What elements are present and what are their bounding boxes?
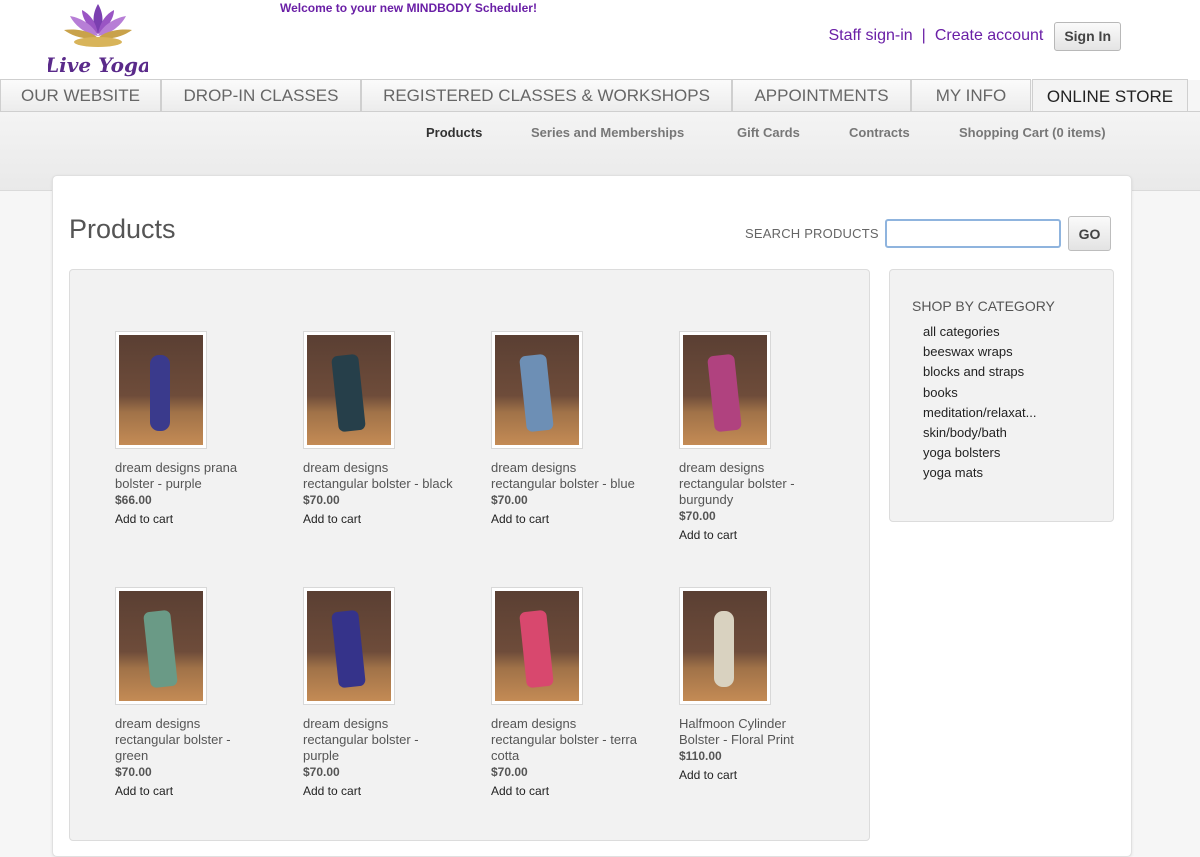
subnav-series-memberships[interactable]: Series and Memberships <box>531 125 684 140</box>
bolster-shape <box>519 353 554 433</box>
category-link[interactable]: blocks and straps <box>923 362 1036 382</box>
main-tabs: OUR WEBSITE DROP-IN CLASSES REGISTERED C… <box>0 79 1200 113</box>
add-to-cart-link[interactable]: Add to cart <box>303 511 361 527</box>
add-to-cart-link[interactable]: Add to cart <box>115 783 173 799</box>
add-to-cart-link[interactable]: Add to cart <box>491 511 549 527</box>
product-card: dream designs rectangular bolster - terr… <box>491 587 641 800</box>
subnav-shopping-cart[interactable]: Shopping Cart (0 items) <box>959 125 1106 140</box>
product-image[interactable] <box>115 331 207 449</box>
lotus-icon <box>64 4 132 47</box>
product-image[interactable] <box>679 331 771 449</box>
create-account-link[interactable]: Create account <box>935 27 1044 45</box>
product-price: $70.00 <box>679 509 716 523</box>
product-card: dream designs prana bolster - purple $66… <box>115 331 265 528</box>
page-title: Products <box>69 214 176 244</box>
product-image[interactable] <box>491 331 583 449</box>
live-yoga-logo[interactable]: Live Yoga <box>48 0 148 80</box>
product-name[interactable]: Halfmoon Cylinder Bolster - Floral Print <box>679 716 829 748</box>
product-image[interactable] <box>491 587 583 705</box>
product-price: $70.00 <box>491 493 528 507</box>
product-name[interactable]: dream designs rectangular bolster - blue <box>491 460 641 492</box>
bolster-shape <box>331 609 366 689</box>
search-label: SEARCH PRODUCTS <box>745 226 879 241</box>
link-separator: | <box>921 27 926 44</box>
category-link[interactable]: all categories <box>923 322 1036 342</box>
category-link[interactable]: yoga bolsters <box>923 443 1036 463</box>
product-price: $70.00 <box>491 765 528 779</box>
staff-signin-link[interactable]: Staff sign-in <box>828 27 912 45</box>
bolster-shape <box>707 353 742 433</box>
product-image[interactable] <box>115 587 207 705</box>
product-price: $70.00 <box>115 765 152 779</box>
add-to-cart-link[interactable]: Add to cart <box>115 511 173 527</box>
product-card: dream designs rectangular bolster - gree… <box>115 587 265 800</box>
product-card: dream designs rectangular bolster - burg… <box>679 331 829 544</box>
product-name[interactable]: dream designs rectangular bolster - blac… <box>303 460 453 492</box>
product-card: dream designs rectangular bolster - purp… <box>303 587 453 800</box>
search-products-input[interactable] <box>885 219 1061 248</box>
bolster-shape <box>331 353 366 433</box>
product-name[interactable]: dream designs rectangular bolster - terr… <box>491 716 641 764</box>
product-image[interactable] <box>303 587 395 705</box>
product-name[interactable]: dream designs prana bolster - purple <box>115 460 265 492</box>
bolster-shape <box>519 609 554 689</box>
product-price: $110.00 <box>679 749 722 763</box>
product-name[interactable]: dream designs rectangular bolster - purp… <box>303 716 453 764</box>
tab-appointments[interactable]: APPOINTMENTS <box>732 79 911 111</box>
product-name[interactable]: dream designs rectangular bolster - gree… <box>115 716 265 764</box>
tab-registered-classes[interactable]: REGISTERED CLASSES & WORKSHOPS <box>361 79 732 111</box>
product-card: dream designs rectangular bolster - blue… <box>491 331 641 528</box>
search-go-button[interactable]: GO <box>1068 216 1111 251</box>
bolster-shape <box>714 611 734 687</box>
product-price: $70.00 <box>303 765 340 779</box>
welcome-message: Welcome to your new MINDBODY Scheduler! <box>280 1 537 15</box>
add-to-cart-link[interactable]: Add to cart <box>303 783 361 799</box>
tab-my-info[interactable]: MY INFO <box>911 79 1031 111</box>
category-link[interactable]: skin/body/bath <box>923 423 1036 443</box>
category-link[interactable]: yoga mats <box>923 463 1036 483</box>
category-list: all categories beeswax wraps blocks and … <box>923 322 1036 484</box>
svg-text:Live Yoga: Live Yoga <box>48 53 148 77</box>
tab-drop-in-classes[interactable]: DROP-IN CLASSES <box>161 79 361 111</box>
bolster-shape <box>143 609 178 689</box>
account-links: Staff sign-in | Create account Sign In <box>828 21 1121 51</box>
product-price: $70.00 <box>303 493 340 507</box>
subnav-contracts[interactable]: Contracts <box>849 125 910 140</box>
category-link[interactable]: meditation/relaxat... <box>923 403 1036 423</box>
subnav-gift-cards[interactable]: Gift Cards <box>737 125 800 140</box>
product-name[interactable]: dream designs rectangular bolster - burg… <box>679 460 829 508</box>
product-card: Halfmoon Cylinder Bolster - Floral Print… <box>679 587 829 784</box>
category-link[interactable]: beeswax wraps <box>923 342 1036 362</box>
add-to-cart-link[interactable]: Add to cart <box>679 767 737 783</box>
product-price: $66.00 <box>115 493 152 507</box>
tab-online-store[interactable]: ONLINE STORE <box>1032 79 1188 113</box>
product-card: dream designs rectangular bolster - blac… <box>303 331 453 528</box>
tab-our-website[interactable]: OUR WEBSITE <box>0 79 161 111</box>
category-title: SHOP BY CATEGORY <box>912 298 1055 314</box>
subnav-products[interactable]: Products <box>426 125 482 140</box>
category-link[interactable]: books <box>923 383 1036 403</box>
header: Live Yoga Welcome to your new MINDBODY S… <box>0 0 1200 80</box>
add-to-cart-link[interactable]: Add to cart <box>679 527 737 543</box>
sign-in-button[interactable]: Sign In <box>1054 21 1121 51</box>
product-image[interactable] <box>679 587 771 705</box>
bolster-shape <box>150 355 170 431</box>
add-to-cart-link[interactable]: Add to cart <box>491 783 549 799</box>
product-image[interactable] <box>303 331 395 449</box>
